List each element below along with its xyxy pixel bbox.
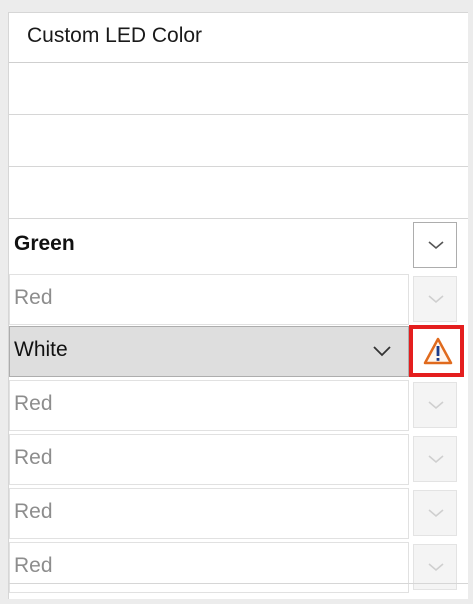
empty-row [9, 583, 468, 604]
led-color-dropdown[interactable]: Red [9, 274, 409, 325]
chevron-down-icon [428, 401, 444, 410]
warning-triangle-icon [423, 337, 453, 365]
led-color-dropdown[interactable]: Red [9, 434, 409, 485]
led-color-row: Red [9, 273, 468, 327]
dropdown-button[interactable] [413, 222, 457, 268]
column-header: Custom LED Color [9, 13, 468, 63]
empty-row [9, 167, 468, 219]
led-color-row: White [9, 325, 468, 379]
led-color-panel: Custom LED Color Green Red White Red Red… [8, 12, 468, 599]
column-header-label: Custom LED Color [27, 24, 203, 47]
led-color-row: Red [9, 487, 468, 541]
led-color-dropdown[interactable]: White [9, 326, 409, 377]
led-color-value: Red [14, 286, 53, 309]
led-color-value: Red [14, 392, 53, 415]
chevron-down-icon [428, 563, 444, 572]
led-color-dropdown[interactable]: Green [9, 220, 409, 271]
led-color-row: Red [9, 433, 468, 487]
led-color-dropdown[interactable]: Red [9, 488, 409, 539]
chevron-down-icon [428, 295, 444, 304]
chevron-down-icon[interactable] [372, 345, 392, 357]
led-color-value: White [14, 338, 68, 361]
led-color-value: Red [14, 500, 53, 523]
chevron-down-icon [428, 455, 444, 464]
led-color-row: Red [9, 379, 468, 433]
led-color-value: Red [14, 554, 53, 577]
dropdown-button[interactable] [413, 490, 457, 536]
chevron-down-icon [428, 509, 444, 518]
dropdown-button[interactable] [413, 436, 457, 482]
led-color-value: Green [14, 232, 75, 255]
led-color-value: Red [14, 446, 53, 469]
dropdown-button[interactable] [413, 276, 457, 322]
warning-highlight[interactable] [409, 325, 464, 377]
led-color-row: Green [9, 219, 468, 273]
led-color-dropdown[interactable]: Red [9, 380, 409, 431]
empty-row [9, 115, 468, 167]
chevron-down-icon [428, 241, 444, 250]
dropdown-button[interactable] [413, 382, 457, 428]
empty-row [9, 63, 468, 115]
